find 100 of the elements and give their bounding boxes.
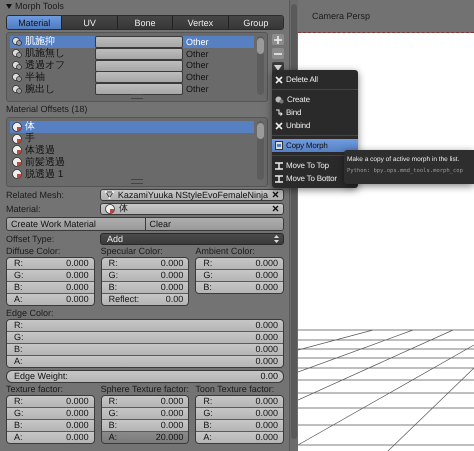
material-sphere-icon [12,145,22,156]
list-row[interactable]: 腕出し Other [10,83,254,95]
updown-icon [274,234,279,243]
number-field[interactable]: A: 0.000 [7,292,94,305]
category-label: Other [186,36,209,47]
list-row[interactable]: 透過オフ Other [10,60,254,72]
material-name: 前髪透過 [25,156,65,168]
material-name: 体 [25,121,35,132]
remove-icon[interactable] [272,48,284,59]
list-row[interactable]: 肌施抑 Other [10,36,254,48]
material-sphere-icon [105,204,115,214]
number-field[interactable]: B: 0.000 [196,418,283,431]
category-label: Other [186,48,209,59]
resize-grip[interactable] [131,94,143,99]
number-field[interactable]: R: 0.000 [196,396,283,407]
morph-icon [12,49,22,58]
material-sphere-icon [12,157,22,168]
menu-item[interactable]: Copy Morph [272,139,358,152]
number-field[interactable]: A: 0.000 [196,430,283,443]
action-button[interactable]: Create Work Material [7,218,146,230]
morph-name: 透過オフ [25,60,65,71]
material-sphere-icon [12,122,22,132]
tab[interactable]: Material [7,16,62,29]
viewport-title: Camera Persp [312,11,370,21]
value-field[interactable] [95,36,183,48]
number-field[interactable]: R: 0.000 [7,396,94,407]
number-field[interactable]: G: 0.000 [102,406,188,419]
resize-grip[interactable] [131,178,143,184]
category-label: Other [186,84,209,94]
morph-icon [12,37,22,46]
number-field[interactable]: A: 0.000 [7,430,94,443]
material-name: 脱透過 1 [25,168,64,180]
number-field[interactable]: R: 0.000 [7,258,94,269]
category-label: Other [186,72,209,82]
value-field[interactable] [95,60,183,72]
offset-type-dropdown[interactable]: Add [100,232,284,245]
tab[interactable]: Bone [118,16,174,29]
morph-icon [12,60,22,70]
list-row[interactable]: 前髪透過 [10,156,254,168]
number-field[interactable]: G: 0.000 [196,268,283,281]
close-icon[interactable] [272,205,279,212]
collapse-toggle-icon[interactable] [6,3,12,9]
close-icon[interactable] [272,191,279,198]
group-title: Diffuse Color: [6,246,62,257]
number-field[interactable]: R: 0.000 [196,258,283,269]
number-field[interactable]: Reflect: 0.00 [102,292,188,305]
number-field[interactable]: R: 0.000 [102,258,188,269]
value-field[interactable] [95,48,183,60]
list-row[interactable]: 半袖 Other [10,71,254,84]
number-field[interactable]: R: 0.000 [7,320,283,331]
group-title: Toon Texture factor: [195,384,276,395]
action-button[interactable]: Clear [146,218,283,230]
number-field[interactable]: G: 0.000 [7,268,94,281]
copy-icon [275,141,283,150]
group-title: Edge Color: [6,308,55,319]
category-label: Other [186,60,209,70]
material-sphere-icon [12,134,22,144]
tab[interactable]: Vertex [173,16,229,29]
morph-name: 腕出し [25,84,55,95]
group-title: Texture factor: [6,384,64,395]
material-field[interactable]: 体 [100,202,284,215]
add-icon[interactable] [272,34,284,45]
number-field[interactable]: B: 0.000 [196,280,283,293]
field-label: Related Mesh: [6,190,66,200]
number-field[interactable]: B: 0.000 [7,280,94,293]
tab[interactable]: Group [228,16,283,29]
number-field[interactable]: A: 0.000 [7,354,283,367]
menu-item[interactable]: Create [272,93,358,106]
menu-item[interactable]: Delete All [272,73,358,86]
mesh-field[interactable]: KazamiYuuka NStyleEvoFemaleNinja [100,188,284,201]
number-field[interactable]: R: 0.000 [102,396,188,407]
number-field[interactable]: B: 0.000 [7,342,283,355]
morph-name: 肌施無し [25,48,65,60]
number-field[interactable]: Edge Weight: 0.00 [6,370,284,383]
value-field[interactable] [95,83,183,96]
number-field[interactable]: B: 0.000 [7,418,94,431]
number-field[interactable]: A: 20.000 [102,430,188,443]
morph-icon [12,84,22,94]
link-arrow-icon [275,108,283,116]
scrollbar[interactable] [257,36,264,95]
number-field[interactable]: B: 0.000 [102,280,188,293]
material-sphere-icon [12,169,22,180]
move-icon [275,174,283,182]
number-field[interactable]: B: 0.000 [102,418,188,431]
number-field[interactable]: G: 0.000 [102,268,188,281]
number-field[interactable]: G: 0.000 [196,406,283,419]
tab[interactable]: UV [62,16,118,29]
number-field[interactable]: G: 0.000 [7,330,283,343]
morph-name: 半袖 [25,72,45,83]
list-row[interactable]: 肌施無し Other [10,48,254,60]
menu-item[interactable]: Unbind [272,119,358,132]
cross-icon [275,122,283,130]
menu-item[interactable]: Bind [272,106,358,119]
scrollbar[interactable] [257,120,264,180]
morph-icon [12,72,22,82]
list-row[interactable]: 体 [10,120,254,133]
number-field[interactable]: G: 0.000 [7,406,94,419]
field-label: Material: [6,204,42,214]
group-title: Ambient Color: [195,246,256,257]
value-field[interactable] [95,71,183,84]
